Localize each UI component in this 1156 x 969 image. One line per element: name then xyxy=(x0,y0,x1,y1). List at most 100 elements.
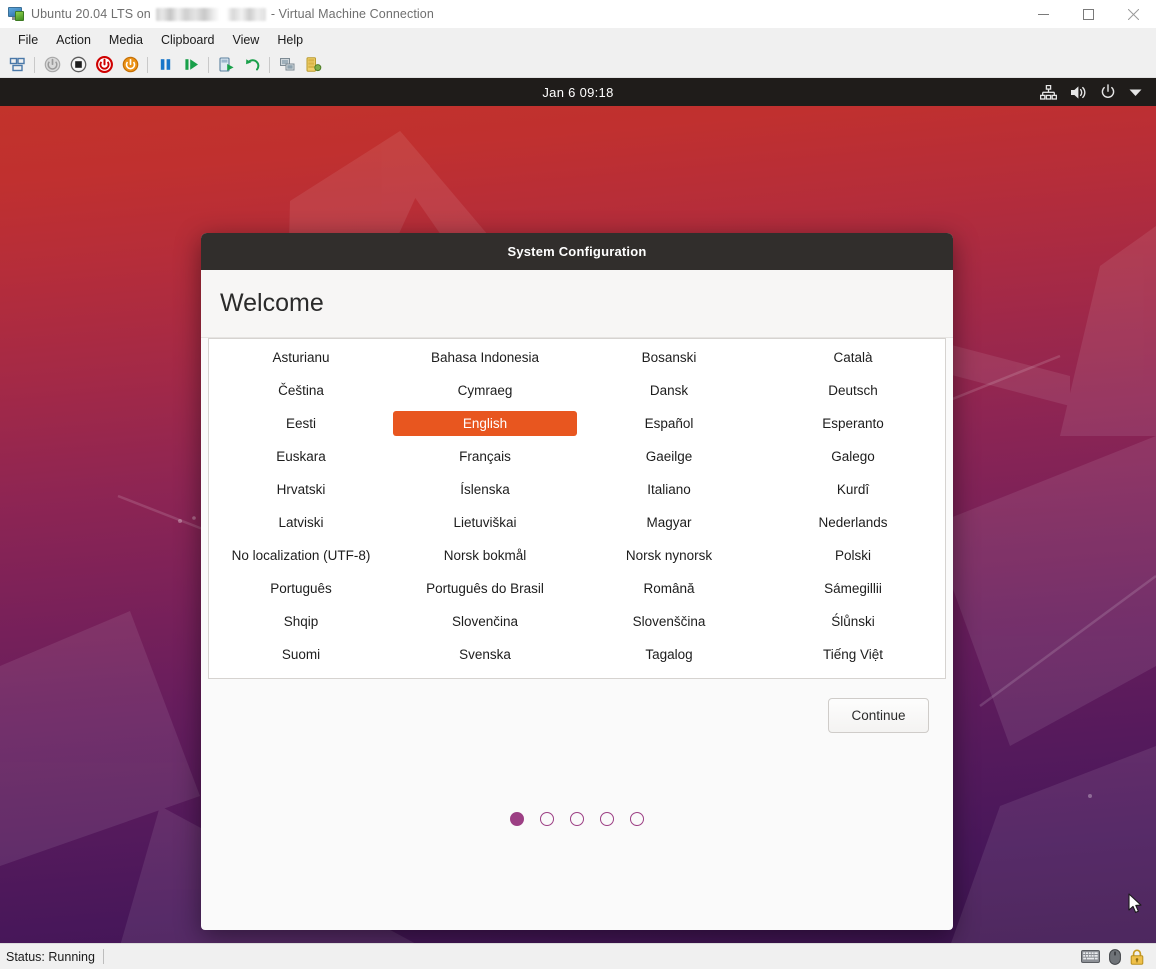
language-option[interactable]: Cymraeg xyxy=(393,374,577,407)
minimize-icon[interactable] xyxy=(1021,0,1066,28)
language-option[interactable]: Deutsch xyxy=(761,374,945,407)
language-option-label: Norsk nynorsk xyxy=(625,548,713,563)
language-option-label: Shqip xyxy=(283,614,319,629)
language-option[interactable]: Português do Brasil xyxy=(393,572,577,605)
language-option-label: Galego xyxy=(831,449,875,464)
power-icon[interactable] xyxy=(1100,84,1116,100)
language-option[interactable]: Suomi xyxy=(209,638,393,671)
language-option[interactable]: Asturianu xyxy=(209,341,393,374)
language-option[interactable]: Tagalog xyxy=(577,638,761,671)
language-option[interactable]: Magyar xyxy=(577,506,761,539)
language-option[interactable]: Euskara xyxy=(209,440,393,473)
language-option[interactable]: Italiano xyxy=(577,473,761,506)
language-option[interactable]: Slovenčina xyxy=(393,605,577,638)
language-option[interactable]: Galego xyxy=(761,440,945,473)
menu-action[interactable]: Action xyxy=(47,30,100,50)
language-option[interactable]: Português xyxy=(209,572,393,605)
chevron-down-icon[interactable] xyxy=(1129,88,1142,97)
screenshot-root: Ubuntu 20.04 LTS on - Virtual Machine Co… xyxy=(0,0,1156,969)
language-option[interactable]: Eesti xyxy=(209,407,393,440)
language-option[interactable]: Bahasa Indonesia xyxy=(393,341,577,374)
language-option[interactable]: Català xyxy=(761,341,945,374)
mouse-icon xyxy=(1109,948,1121,965)
volume-icon[interactable] xyxy=(1070,85,1087,100)
enhanced-session-icon[interactable] xyxy=(274,53,300,77)
language-option[interactable]: Sámegillii xyxy=(761,572,945,605)
language-option[interactable]: Svenska xyxy=(393,638,577,671)
language-option-label: Polski xyxy=(834,548,871,563)
language-option-label: English xyxy=(393,411,577,436)
host-statusbar: Status: Running xyxy=(0,943,1156,969)
language-option[interactable]: Shqip xyxy=(209,605,393,638)
menu-media[interactable]: Media xyxy=(100,30,152,50)
language-option[interactable]: English xyxy=(393,407,577,440)
language-option[interactable]: Íslenska xyxy=(393,473,577,506)
dialog-heading-area: Welcome xyxy=(201,270,953,338)
status-icon-group xyxy=(1081,948,1156,965)
network-icon[interactable] xyxy=(1040,84,1057,100)
power-red-icon[interactable] xyxy=(91,53,117,77)
menu-view[interactable]: View xyxy=(223,30,268,50)
close-icon[interactable] xyxy=(1111,0,1156,28)
language-option[interactable]: Bosanski xyxy=(577,341,761,374)
language-option-label: Tagalog xyxy=(645,647,693,662)
language-option[interactable]: Norsk nynorsk xyxy=(577,539,761,572)
pagination-dot[interactable] xyxy=(570,811,584,826)
language-option-label: Bosanski xyxy=(641,350,697,365)
continue-button[interactable]: Continue xyxy=(828,698,929,733)
host-title-suffix: - Virtual Machine Connection xyxy=(270,7,434,21)
language-option[interactable]: Latviski xyxy=(209,506,393,539)
language-option[interactable]: Tiếng Việt xyxy=(761,638,945,671)
pagination-dot[interactable] xyxy=(600,811,614,826)
revert-arrow-icon[interactable] xyxy=(239,53,265,77)
pagination-dot[interactable] xyxy=(630,811,644,826)
power-orange-icon[interactable] xyxy=(117,53,143,77)
gnome-clock[interactable]: Jan 6 09:18 xyxy=(0,78,1156,106)
language-option[interactable]: No localization (UTF-8) xyxy=(209,539,393,572)
dialog-titlebar: System Configuration xyxy=(201,233,953,270)
settings-server-icon[interactable] xyxy=(300,53,326,77)
maximize-icon[interactable] xyxy=(1066,0,1111,28)
pagination-dot[interactable] xyxy=(510,811,524,826)
stop-square-icon[interactable] xyxy=(65,53,91,77)
host-titlebar: Ubuntu 20.04 LTS on - Virtual Machine Co… xyxy=(0,0,1156,28)
language-option-label: Kurdî xyxy=(836,482,870,497)
language-option-label: Deutsch xyxy=(828,383,878,398)
language-option-label: Nederlands xyxy=(818,515,888,530)
language-option[interactable]: Esperanto xyxy=(761,407,945,440)
thumbnail-icon[interactable] xyxy=(4,53,30,77)
play-icon[interactable] xyxy=(178,53,204,77)
language-option[interactable]: Français xyxy=(393,440,577,473)
menu-clipboard[interactable]: Clipboard xyxy=(152,30,224,50)
host-window-title: Ubuntu 20.04 LTS on - Virtual Machine Co… xyxy=(31,7,434,21)
checkpoint-icon[interactable] xyxy=(213,53,239,77)
vm-screen[interactable]: Jan 6 09:18 System Configuration Welcome… xyxy=(0,78,1156,943)
language-option[interactable]: Lietuviškai xyxy=(393,506,577,539)
language-option[interactable]: Español xyxy=(577,407,761,440)
language-option-label: Magyar xyxy=(646,515,692,530)
language-option[interactable]: Ślůnski xyxy=(761,605,945,638)
language-option[interactable]: Kurdî xyxy=(761,473,945,506)
language-option[interactable]: Čeština xyxy=(209,374,393,407)
language-option-label: Italiano xyxy=(647,482,691,497)
language-option[interactable]: Polski xyxy=(761,539,945,572)
menu-help[interactable]: Help xyxy=(268,30,312,50)
language-option[interactable]: Română xyxy=(577,572,761,605)
pagination-dot[interactable] xyxy=(540,811,554,826)
language-option[interactable]: Gaeilge xyxy=(577,440,761,473)
language-option[interactable]: Dansk xyxy=(577,374,761,407)
language-option-label: Dansk xyxy=(649,383,689,398)
language-option-label: Eesti xyxy=(285,416,316,431)
language-option[interactable]: Slovenščina xyxy=(577,605,761,638)
language-option[interactable]: Nederlands xyxy=(761,506,945,539)
language-option[interactable]: Norsk bokmål xyxy=(393,539,577,572)
keyboard-icon xyxy=(1081,950,1100,963)
pause-icon[interactable] xyxy=(152,53,178,77)
power-grey-icon[interactable] xyxy=(39,53,65,77)
language-list[interactable]: Asturianu Bahasa Indonesia Bosanski Català Č… xyxy=(208,338,946,679)
language-option-label: Gaeilge xyxy=(645,449,693,464)
language-option-label: Português do Brasil xyxy=(426,581,544,596)
language-option-label: Euskara xyxy=(276,449,326,464)
menu-file[interactable]: File xyxy=(9,30,47,50)
language-option[interactable]: Hrvatski xyxy=(209,473,393,506)
